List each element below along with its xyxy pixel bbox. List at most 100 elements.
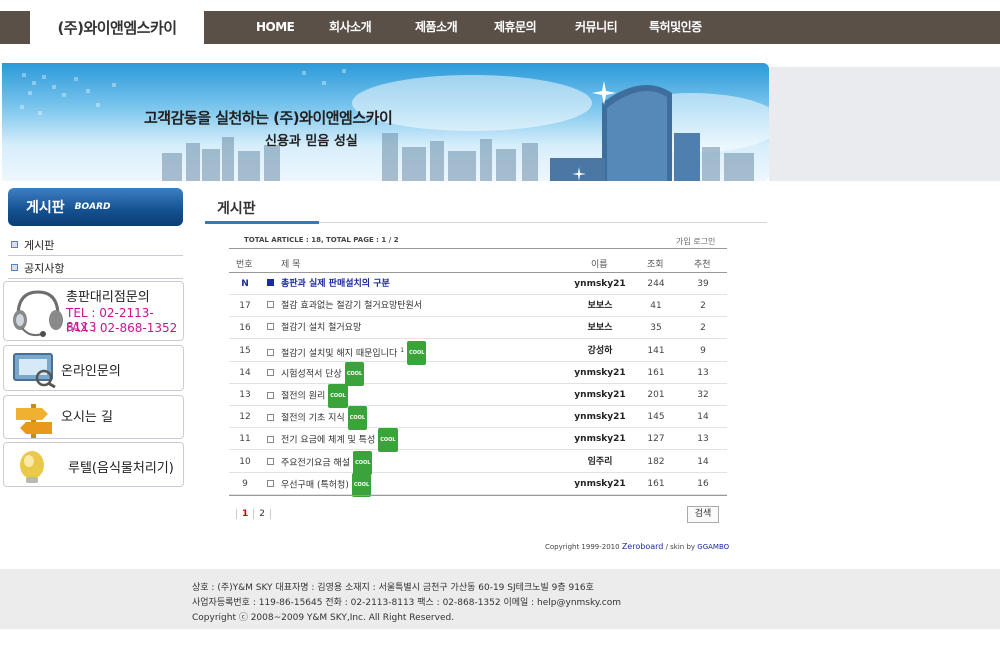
post-icon xyxy=(267,348,274,356)
rutel-box[interactable]: 루텔(음식물처리기) xyxy=(3,442,184,487)
row-author[interactable]: ynmsky21 xyxy=(559,362,641,384)
row-number: 11 xyxy=(239,434,251,445)
contact-title: 총판대리점문의 xyxy=(66,290,150,305)
table-row[interactable]: 9 우선구매 (특허청) COOL ynmsky21 161 16 xyxy=(229,472,727,497)
row-author[interactable]: ynmsky21 xyxy=(559,473,641,495)
sidebar-item-notice[interactable]: 공지사항 xyxy=(8,257,183,279)
table-row[interactable]: 13 절전의 원리 COOL ynmsky21 201 32 xyxy=(229,384,727,408)
row-votes: 14 xyxy=(697,412,709,423)
table-row[interactable]: 16 절감기 설치 철거요망 보보스 35 2 xyxy=(229,317,727,340)
row-subject[interactable]: 절전의 원리 COOL xyxy=(267,384,348,408)
comment-count: 1 xyxy=(400,346,405,354)
row-votes: 2 xyxy=(700,323,706,334)
row-subject-text[interactable]: 절감기 설치 철거요망 xyxy=(281,323,361,333)
table-row[interactable]: 17 절감 효과없는 절감기 철거요망탄원서 보보스 41 2 xyxy=(229,295,727,318)
row-number: 12 xyxy=(239,412,251,423)
online-inquiry-box[interactable]: 온라인문의 xyxy=(3,345,184,391)
cool-badge: COOL xyxy=(378,428,398,453)
row-votes: 39 xyxy=(697,279,709,289)
directions-label: 오시는 길 xyxy=(61,410,113,425)
table-row[interactable]: N 총판과 실제 판매설치의 구분 ynmsky21 244 39 xyxy=(229,273,727,295)
nav-partnership[interactable]: 제휴문의 xyxy=(494,11,537,44)
table-top-border xyxy=(229,248,727,249)
row-votes: 32 xyxy=(697,390,709,400)
table-row[interactable]: 14 시험성적서 단상 COOL ynmsky21 161 13 xyxy=(229,361,727,386)
copyright-skin-text: / skin by xyxy=(665,543,696,551)
post-icon xyxy=(267,480,274,488)
banner-subslogan: 신용과 믿음 성실 xyxy=(265,134,358,149)
row-subject[interactable]: 절전의 기초 지식 COOL xyxy=(267,406,368,431)
nav-community[interactable]: 커뮤니티 xyxy=(575,11,618,44)
row-subject-text[interactable]: 절전의 기초 지식 xyxy=(281,414,345,424)
directions-box[interactable]: 오시는 길 xyxy=(3,395,184,439)
sidebar-item-board[interactable]: 게시판 xyxy=(8,234,183,256)
row-hits: 145 xyxy=(647,412,665,423)
zeroboard-link[interactable]: Zeroboard xyxy=(622,542,664,551)
row-number: 9 xyxy=(242,478,248,489)
row-votes: 14 xyxy=(697,456,709,467)
cool-badge: COOL xyxy=(347,406,368,431)
monitor-icon xyxy=(13,353,56,388)
row-hits: 127 xyxy=(647,434,665,445)
join-login-links[interactable]: 가입 로그인 xyxy=(676,236,715,247)
search-button[interactable]: 검색 xyxy=(687,506,719,523)
nav-patents[interactable]: 특허및인증 xyxy=(649,11,702,44)
row-number: 14 xyxy=(239,367,251,378)
row-subject-text[interactable]: 우선구매 (특허청) xyxy=(281,480,349,490)
row-hits: 244 xyxy=(647,279,665,289)
post-icon xyxy=(267,413,274,421)
row-subject-text[interactable]: 총판과 실제 판매설치의 구분 xyxy=(281,279,390,289)
col-header-hits: 조회 xyxy=(647,260,664,270)
row-subject[interactable]: 시험성적서 단상 COOL xyxy=(267,361,365,386)
table-row[interactable]: 11 전기 요금에 체계 및 특성 COOL ynmsky21 127 13 xyxy=(229,428,727,453)
row-author[interactable]: ynmsky21 xyxy=(559,273,641,295)
table-row[interactable]: 12 절전의 기초 지식 COOL ynmsky21 145 14 xyxy=(229,406,727,431)
row-subject-text[interactable]: 절감기 설치및 해지 때문입니다 xyxy=(281,349,397,359)
food-processor-icon xyxy=(20,451,44,483)
row-author[interactable]: ynmsky21 xyxy=(559,406,641,428)
nav-products[interactable]: 제품소개 xyxy=(415,11,458,44)
sidebar-board-header: 게시판 BOARD xyxy=(8,188,183,226)
online-inquiry-label: 온라인문의 xyxy=(61,364,121,379)
col-header-no: 번호 xyxy=(236,260,253,270)
row-author[interactable]: 보보스 xyxy=(559,295,641,317)
row-subject[interactable]: 우선구매 (특허청) COOL xyxy=(267,472,372,497)
signpost-icon xyxy=(16,404,52,438)
row-subject[interactable]: 주요전기요금 해설 COOL xyxy=(267,450,373,475)
page-link-2[interactable]: 2 xyxy=(253,509,271,519)
nav-company[interactable]: 회사소개 xyxy=(329,11,372,44)
post-icon xyxy=(267,458,274,466)
row-votes: 9 xyxy=(700,345,706,356)
row-subject-text[interactable]: 주요전기요금 해설 xyxy=(281,458,350,468)
row-subject[interactable]: 절감기 설치 철거요망 xyxy=(267,317,361,339)
row-subject[interactable]: 전기 요금에 체계 및 특성 COOL xyxy=(267,428,398,453)
row-number: 17 xyxy=(239,301,251,312)
copyright-text: Copyright 1999-2010 xyxy=(545,543,620,551)
footer-contact-info: 사업자등록번호 : 119-86-15645 전화 : 02-2113-8113… xyxy=(192,598,622,608)
skin-author-link[interactable]: GGAMBO xyxy=(697,543,729,551)
rutel-label: 루텔(음식물처리기) xyxy=(68,461,174,476)
row-subject-text[interactable]: 시험성적서 단상 xyxy=(281,369,342,379)
row-subject-text[interactable]: 전기 요금에 체계 및 특성 xyxy=(281,436,375,446)
page-link-1[interactable]: 1 xyxy=(236,509,253,519)
row-subject[interactable]: 절감 효과없는 절감기 철거요망탄원서 xyxy=(267,295,422,317)
row-author[interactable]: 보보스 xyxy=(559,317,641,339)
nav-home[interactable]: HOME xyxy=(256,11,295,44)
table-row[interactable]: 15 절감기 설치및 해지 때문입니다 1 COOL 강성하 141 9 xyxy=(229,340,727,366)
row-author[interactable]: 임주리 xyxy=(559,451,641,473)
row-author[interactable]: ynmsky21 xyxy=(559,428,641,450)
row-votes: 13 xyxy=(697,367,709,378)
row-subject-text[interactable]: 절전의 원리 xyxy=(281,392,325,402)
site-logo[interactable]: (주)와이앤엠스카이 xyxy=(30,11,204,44)
cool-badge: COOL xyxy=(351,472,372,497)
contact-box[interactable]: 총판대리점문의 TEL : 02-2113-8113 FAX : 02-868-… xyxy=(3,281,184,341)
row-author[interactable]: 강성하 xyxy=(559,340,641,362)
table-row[interactable]: 10 주요전기요금 해설 COOL 임주리 182 14 xyxy=(229,450,727,475)
row-subject-text[interactable]: 절감 효과없는 절감기 철거요망탄원서 xyxy=(281,301,422,311)
row-subject[interactable]: 총판과 실제 판매설치의 구분 xyxy=(267,273,390,295)
row-author[interactable]: ynmsky21 xyxy=(559,384,641,406)
row-hits: 35 xyxy=(650,323,662,334)
row-number: 15 xyxy=(239,345,251,356)
sidebar-item-label: 공지사항 xyxy=(24,261,65,275)
row-number: 10 xyxy=(239,456,251,467)
